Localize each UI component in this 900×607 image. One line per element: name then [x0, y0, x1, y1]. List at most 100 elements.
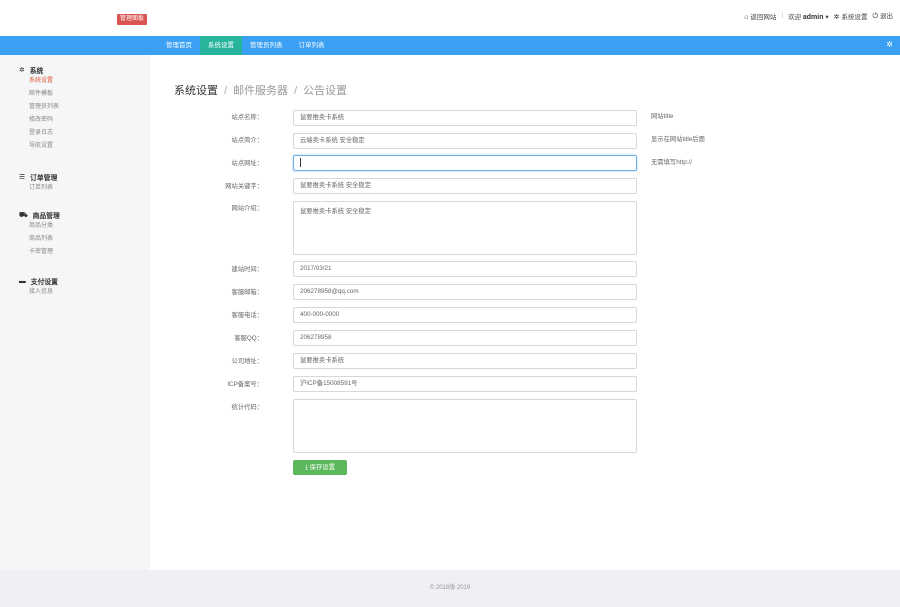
sidebar-item-access-info[interactable]: 接入信息 [19, 286, 58, 299]
email-input[interactable]: 206278958@qq.com [293, 284, 637, 300]
sidebar-item-change-password[interactable]: 修改密码 [19, 114, 59, 127]
sidebar-group-payment: ▬ 支付设置 接入信息 [19, 276, 58, 299]
breadcrumb-slash: / [224, 85, 228, 97]
form-row-phone: 客服电话： [200, 308, 278, 324]
form-row-keywords: 网站关键字： [200, 179, 278, 195]
sidebar-group-header[interactable]: ⛟ 商品管理 [19, 210, 60, 221]
cart-icon: ⛟ [19, 211, 28, 219]
caret-down-icon: ▾ [825, 13, 829, 21]
breadcrumb-system-settings[interactable]: 系统设置 [174, 85, 218, 97]
sidebar-group-header[interactable]: ▬ 支付设置 [19, 276, 58, 287]
username: admin [802, 13, 824, 21]
form-row-founded: 建站时间： [200, 262, 278, 278]
sidebar-group-title: 支付设置 [30, 279, 58, 286]
site-url-hint: 无需填写http:// [651, 159, 692, 166]
site-intro-input[interactable]: 云端卖卡系统 安全稳定 [293, 133, 637, 149]
breadcrumb-mail-server[interactable]: 邮件服务器 [233, 85, 288, 97]
top-header: 管理面板 ⌂ 返回网站 | 欢迎 admin ▾ ✲ 系统设置 ⏻ 退出 [0, 0, 900, 36]
sidebar-item-login-log[interactable]: 登录日志 [19, 127, 59, 140]
form-row-site-intro: 站点简介： [200, 133, 278, 149]
phone-input[interactable]: 400-000-0000 [293, 307, 637, 323]
settings-link[interactable]: ✲ 系统设置 [834, 11, 868, 21]
sidebar-item-system-settings[interactable]: 系统设置 [19, 75, 59, 88]
power-icon: ⏻ [872, 13, 878, 20]
sidebar-group-orders: ☰ 订单管理 订单列表 [19, 172, 57, 195]
list-icon: ☰ [19, 174, 26, 181]
description-textarea[interactable]: 鼠要推卖卡系统 安全稳定 [293, 201, 637, 255]
form-row-site-url: 站点网址： [200, 156, 278, 172]
card-icon: ▬ [19, 277, 26, 285]
form-row-address: 公司地址： [200, 354, 278, 370]
home-link-label: 返回网站 [750, 13, 777, 21]
address-input[interactable]: 鼠要推卖卡系统 [293, 353, 637, 369]
sidebar: ✲ 系统 系统设置 邮件模板 管理员列表 修改密码 登录日志 导航设置 ☰ 订单管理… [0, 55, 150, 570]
gear-icon: ✲ [19, 67, 25, 74]
sidebar-group-title: 系统 [29, 68, 44, 75]
home-link[interactable]: ⌂ 返回网站 [744, 11, 776, 21]
form-row-stats: 统计代码： [200, 400, 278, 416]
stats-code-textarea[interactable] [293, 399, 637, 453]
main-navbar: 管理首页 系统设置 管理员列表 订单列表 ✲ [0, 36, 900, 55]
sidebar-group-header[interactable]: ☰ 订单管理 [19, 172, 57, 182]
sidebar-group-title: 商品管理 [32, 213, 60, 220]
save-button[interactable]: ⤓ 保存设置 [293, 460, 347, 475]
keywords-input[interactable]: 鼠要推卖卡系统 安全稳定 [293, 178, 637, 194]
form-row-site-name: 站点名称： [200, 110, 278, 126]
save-button-label: 保存设置 [309, 464, 335, 471]
gear-icon[interactable]: ✲ [886, 40, 893, 49]
download-icon: ⤓ [305, 464, 308, 471]
icp-input[interactable]: 沪ICP备15008591号 [293, 376, 637, 392]
sidebar-group-goods: ⛟ 商品管理 商品分类 商品列表 卡密管理 [19, 210, 60, 259]
user-menu[interactable]: 欢迎 admin ▾ [788, 11, 829, 21]
sidebar-item-email-template[interactable]: 邮件模板 [19, 88, 59, 101]
form-row-description: 网站介绍： [200, 201, 278, 217]
site-intro-hint: 显示在网站title后面 [651, 136, 705, 143]
field-label: 网站关键字： [225, 183, 263, 190]
field-label: 统计代码： [231, 404, 263, 411]
sidebar-group-header[interactable]: ✲ 系统 [19, 65, 59, 75]
field-label: 站点网址： [231, 160, 263, 167]
field-label: 站点名称： [231, 114, 263, 121]
field-label: 公司地址： [231, 358, 263, 365]
founded-date-input[interactable]: 2017/03/21 [293, 261, 637, 277]
site-name-input[interactable]: 鼠要推卖卡系统 [293, 110, 637, 126]
qq-input[interactable]: 206278958 [293, 330, 637, 346]
tab-admin-list[interactable]: 管理员列表 [242, 36, 291, 55]
sidebar-item-goods-list[interactable]: 商品列表 [19, 233, 60, 246]
home-icon: ⌂ [744, 13, 749, 21]
field-label: 客服邮箱： [231, 289, 263, 296]
form-row-icp: ICP备案号： [200, 377, 278, 393]
logout-link[interactable]: ⏻ 退出 [872, 10, 893, 21]
form-row-qq: 客服QQ： [200, 331, 278, 347]
tab-admin-home[interactable]: 管理首页 [158, 36, 200, 55]
sidebar-group-system: ✲ 系统 系统设置 邮件模板 管理员列表 修改密码 登录日志 导航设置 [19, 65, 59, 153]
sidebar-item-admin-list[interactable]: 管理员列表 [19, 101, 59, 114]
tab-system-settings[interactable]: 系统设置 [200, 36, 242, 55]
field-label: 客服电话： [231, 312, 263, 319]
nav-tabs: 管理首页 系统设置 管理员列表 订单列表 [158, 36, 333, 55]
breadcrumb-notice-settings[interactable]: 公告设置 [303, 85, 347, 97]
field-label: 建站时间： [231, 266, 263, 273]
breadcrumb: 系统设置 / 邮件服务器 / 公告设置 [174, 82, 347, 98]
gear-icon: ✲ [833, 13, 840, 21]
sidebar-item-nav-settings[interactable]: 导航设置 [19, 140, 59, 153]
field-label: 站点简介： [231, 137, 263, 144]
logout-link-label: 退出 [880, 13, 893, 20]
form-row-email: 客服邮箱： [200, 285, 278, 301]
site-url-input[interactable] [293, 155, 637, 171]
top-separator: | [781, 12, 784, 19]
field-label: 客服QQ： [234, 335, 263, 342]
brand-badge[interactable]: 管理面板 [117, 14, 148, 25]
text-caret [300, 157, 301, 167]
settings-link-label: 系统设置 [841, 13, 868, 21]
field-label: ICP备案号： [227, 381, 263, 388]
top-navigation: ⌂ 返回网站 | 欢迎 admin ▾ ✲ 系统设置 ⏻ 退出 [744, 10, 893, 21]
field-label: 网站介绍： [231, 205, 263, 212]
sidebar-item-card-keys[interactable]: 卡密管理 [19, 246, 60, 259]
footer: © 2018版 2019 [0, 570, 900, 607]
tab-order-list[interactable]: 订单列表 [291, 36, 333, 55]
sidebar-group-title: 订单管理 [30, 175, 58, 182]
sidebar-item-order-list[interactable]: 订单列表 [19, 182, 57, 195]
site-name-hint: 网站title [651, 113, 674, 120]
sidebar-item-goods-category[interactable]: 商品分类 [19, 220, 60, 233]
